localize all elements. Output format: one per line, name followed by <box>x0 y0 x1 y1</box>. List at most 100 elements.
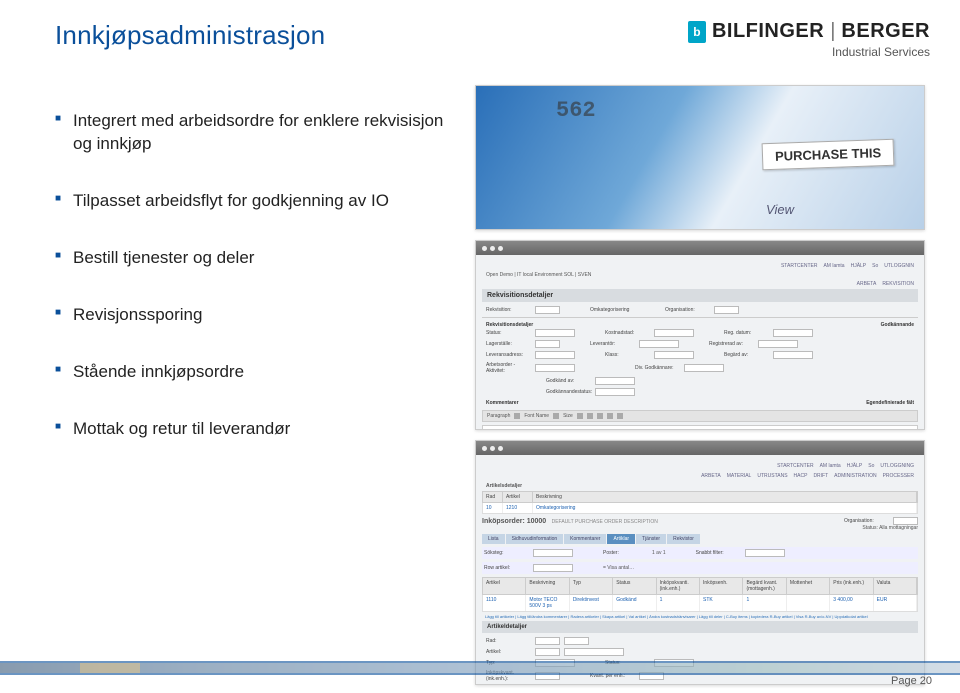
bullet-item: Stående innkjøpsordre <box>55 361 455 384</box>
field-label: Organisation: <box>844 518 889 524</box>
status-label: Status: <box>862 525 878 531</box>
tab: Lista <box>482 534 505 544</box>
bullet-item: Revisjonssporing <box>55 304 455 327</box>
nav-item: So <box>868 463 874 469</box>
bullet-item: Integrert med arbeidsordre for enklere r… <box>55 110 455 156</box>
field-label: Kostnadstad: <box>605 330 650 336</box>
col-header: Typ <box>570 578 613 594</box>
cell: 1 <box>743 595 786 611</box>
logo-brand1: BILFINGER <box>712 20 824 43</box>
nav-item: UTRUSTANS <box>757 473 787 479</box>
field-label: Lagerställe: <box>486 341 531 347</box>
field-label: Row artikel: <box>484 565 529 571</box>
field-input <box>535 648 560 656</box>
tab: Sidhuvudinformation <box>506 534 564 544</box>
field-label: Registrerad av: <box>709 341 754 347</box>
field-input <box>535 340 560 348</box>
field-input <box>758 340 798 348</box>
field-label: Snabbt filter: <box>696 550 741 556</box>
subsection-label: Egendefinierade fält <box>866 400 914 406</box>
keyboard-number: 562 <box>556 98 596 123</box>
field-label: Div. Godkännare: <box>635 365 680 371</box>
cell: 1 <box>657 595 700 611</box>
footer-strip <box>0 661 960 675</box>
screenshot-requisition: STARTCENTER AM lamta HJÄLP So UTLOGGNIN … <box>475 240 925 430</box>
field-label: Begärd av: <box>724 352 769 358</box>
cell: STK <box>700 595 743 611</box>
field-label: Söksteg: <box>484 550 529 556</box>
field-label: = Visa antal… <box>603 565 634 571</box>
field-input <box>639 340 679 348</box>
col-header: Status <box>613 578 656 594</box>
bullet-item: Tilpasset arbeidsflyt for godkjenning av… <box>55 190 455 213</box>
tab: Rekvistor <box>667 534 700 544</box>
field-input <box>745 549 785 557</box>
col-header: Pris (ink.enh.) <box>830 578 873 594</box>
view-hint: View <box>766 202 794 217</box>
nav-item: STARTCENTER <box>781 263 817 269</box>
bullet-item: Bestill tjenester og deler <box>55 247 455 270</box>
comment-textarea <box>482 425 918 430</box>
cell: Motor TECO 500V 3 ps <box>526 595 569 611</box>
page-number: Page 20 <box>891 675 932 687</box>
po-description: DEFAULT PURCHASE ORDER DESCRIPTION <box>552 519 658 525</box>
company-logo: b BILFINGER | BERGER Industrial Services <box>688 20 930 59</box>
nav-item: MATERIAL <box>727 473 752 479</box>
nav-item: PROCESSER <box>883 473 914 479</box>
purchase-button: PURCHASE THIS <box>761 139 894 171</box>
col-header: Begärd kvant. (mottagenh.) <box>743 578 786 594</box>
col-header: Beskrivning <box>533 492 917 502</box>
logo-divider: | <box>830 20 835 43</box>
col-header: Artikel <box>503 492 533 502</box>
detail-section: Artikeldetaljer <box>482 621 918 633</box>
nav-item: AM lamta <box>820 463 841 469</box>
field-input <box>893 517 918 525</box>
nav-item: HJÄLP <box>847 463 863 469</box>
nav-item: HACP <box>794 473 808 479</box>
field-input <box>533 549 573 557</box>
cell: 1210 <box>503 503 533 513</box>
field-input <box>773 329 813 337</box>
col-header: Inköpsenh. <box>700 578 743 594</box>
field-label: Poster: <box>603 550 648 556</box>
status-value: Alla mottagningar <box>879 525 918 531</box>
nav-item: So <box>872 263 878 269</box>
field-input <box>535 364 575 372</box>
action-strip: Lägg till artikeler | Lägg till/ändra ko… <box>482 612 918 621</box>
field-label: Status: <box>486 330 531 336</box>
subsection-label: Godkännande <box>881 322 914 328</box>
breadcrumb: Open Demo | IT local Environment SOL | S… <box>482 271 918 279</box>
toolbar-item: Font Name <box>524 413 549 419</box>
nav-item: AM lamta <box>823 263 844 269</box>
subsection-label: Kommentarer <box>486 400 519 406</box>
field-input <box>773 351 813 359</box>
field-input <box>564 648 624 656</box>
nav-item: ARBETA <box>857 281 877 287</box>
rich-text-toolbar: Paragraph Font Name Size <box>482 410 918 422</box>
screenshot-keyboard: 562 PURCHASE THIS View <box>475 85 925 230</box>
col-header: Beskrivning <box>526 578 569 594</box>
logo-subtitle: Industrial Services <box>688 45 930 59</box>
bullet-item: Mottak og retur til leverandør <box>55 418 455 441</box>
page-title: Innkjøpsadministrasjon <box>55 20 325 51</box>
field-input <box>714 306 739 314</box>
nav-item: STARTCENTER <box>777 463 813 469</box>
cell <box>787 595 830 611</box>
col-header: Valuta <box>874 578 917 594</box>
nav-item: ARBETA <box>701 473 721 479</box>
field-input <box>535 637 560 645</box>
field-input <box>595 388 635 396</box>
col-header: Inköpskvanti. (ink.enh.) <box>657 578 700 594</box>
field-value: 1 av 1 <box>652 550 666 556</box>
nav-item: HJÄLP <box>851 263 867 269</box>
field-label: Artikel: <box>486 649 531 655</box>
field-input <box>535 306 560 314</box>
col-header: Artikel <box>483 578 526 594</box>
field-input <box>535 351 575 359</box>
cell: Godkänd <box>613 595 656 611</box>
cell: Omkategorisering <box>533 503 917 513</box>
nav-item: UTLOGGNIN <box>884 263 914 269</box>
col-header: Mottenhet <box>787 578 830 594</box>
field-input <box>564 637 589 645</box>
nav-item: REKVISITION <box>882 281 914 287</box>
